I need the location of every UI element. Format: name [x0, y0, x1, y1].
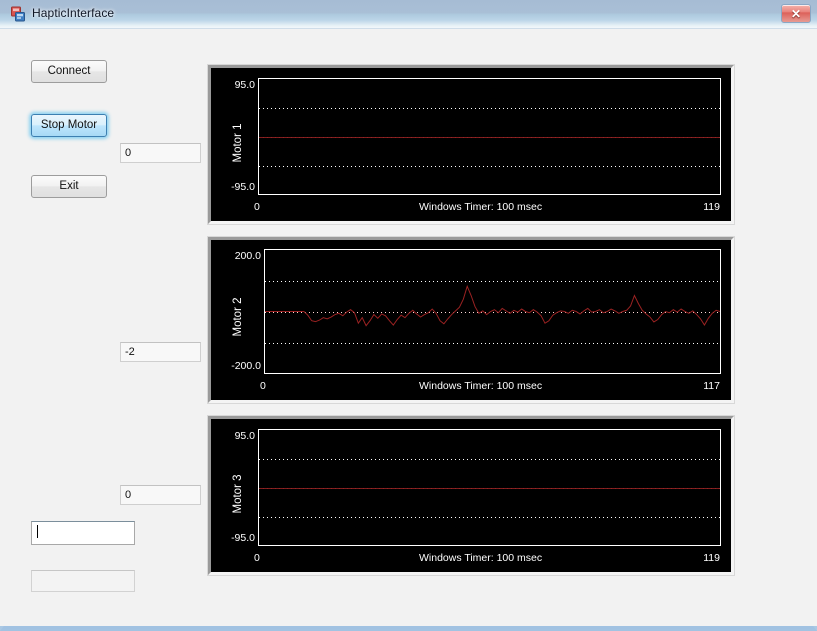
motor2-chart: 200.0 -200.0 Motor 2 0 Windows Timer: 10…: [211, 240, 731, 400]
connect-button[interactable]: Connect: [31, 60, 107, 83]
exit-button[interactable]: Exit: [31, 175, 107, 198]
motor1-axis-title: Motor 1: [232, 123, 244, 162]
motor2-axis-title: Motor 2: [232, 297, 244, 337]
motor1-trace: [259, 137, 720, 138]
motor2-y-min-label: -200.0: [231, 360, 261, 372]
window-title: HapticInterface: [32, 6, 115, 20]
motor2-trace: [265, 284, 720, 327]
motor3-plot-area: [258, 429, 721, 546]
text-caret: [37, 525, 38, 538]
motor2-x-axis-title: Windows Timer: 100 msec: [419, 380, 543, 392]
motor2-y-max-label: 200.0: [234, 250, 261, 262]
motor2-value-field[interactable]: -2: [120, 342, 201, 362]
motor3-trace: [259, 488, 720, 489]
motor3-value-field[interactable]: 0: [120, 485, 201, 505]
motor3-chart-panel[interactable]: 95.0 -95.0 Motor 3 0 Windows Timer: 100 …: [207, 415, 735, 576]
motor1-gridline-lower: [259, 166, 720, 167]
motor3-y-max-label: 95.0: [234, 430, 255, 442]
motor3-x-min-label: 0: [254, 552, 260, 564]
motor2-chart-panel[interactable]: 200.0 -200.0 Motor 2 0 Windows Timer: 10…: [207, 236, 735, 404]
command-input[interactable]: [31, 521, 135, 545]
client-area: Connect Stop Motor Exit 0 -2 0 95.0 -95.…: [0, 29, 817, 626]
status-field[interactable]: [31, 570, 135, 592]
close-button[interactable]: ✕: [781, 4, 811, 23]
motor3-chart: 95.0 -95.0 Motor 3 0 Windows Timer: 100 …: [211, 419, 731, 572]
motor2-x-max-label: 117: [703, 380, 720, 392]
application-window: HapticInterface ✕ Connect Stop Motor Exi…: [0, 0, 817, 631]
motor3-axis-title: Motor 3: [232, 474, 244, 513]
motor1-value-field[interactable]: 0: [120, 143, 201, 163]
motor3-x-axis-title: Windows Timer: 100 msec: [419, 552, 543, 564]
motor1-x-max-label: 119: [703, 201, 720, 213]
motor1-x-axis-title: Windows Timer: 100 msec: [419, 201, 543, 213]
app-icon: [10, 6, 27, 23]
motor2-plot-area: [264, 249, 721, 374]
motor1-plot-area: [258, 78, 721, 195]
title-bar: HapticInterface ✕: [0, 0, 817, 29]
motor2-x-min-label: 0: [260, 380, 266, 392]
stop-motor-button[interactable]: Stop Motor: [31, 114, 107, 137]
motor1-x-min-label: 0: [254, 201, 260, 213]
motor1-chart-panel[interactable]: 95.0 -95.0 Motor 1 0 Windows Timer: 100 …: [207, 64, 735, 225]
motor1-chart: 95.0 -95.0 Motor 1 0 Windows Timer: 100 …: [211, 68, 731, 221]
motor3-gridline-lower: [259, 517, 720, 518]
motor3-gridline-upper: [259, 459, 720, 460]
motor1-y-max-label: 95.0: [234, 79, 255, 91]
close-icon: ✕: [790, 6, 802, 21]
motor3-x-max-label: 119: [703, 552, 720, 564]
motor1-gridline-upper: [259, 108, 720, 109]
